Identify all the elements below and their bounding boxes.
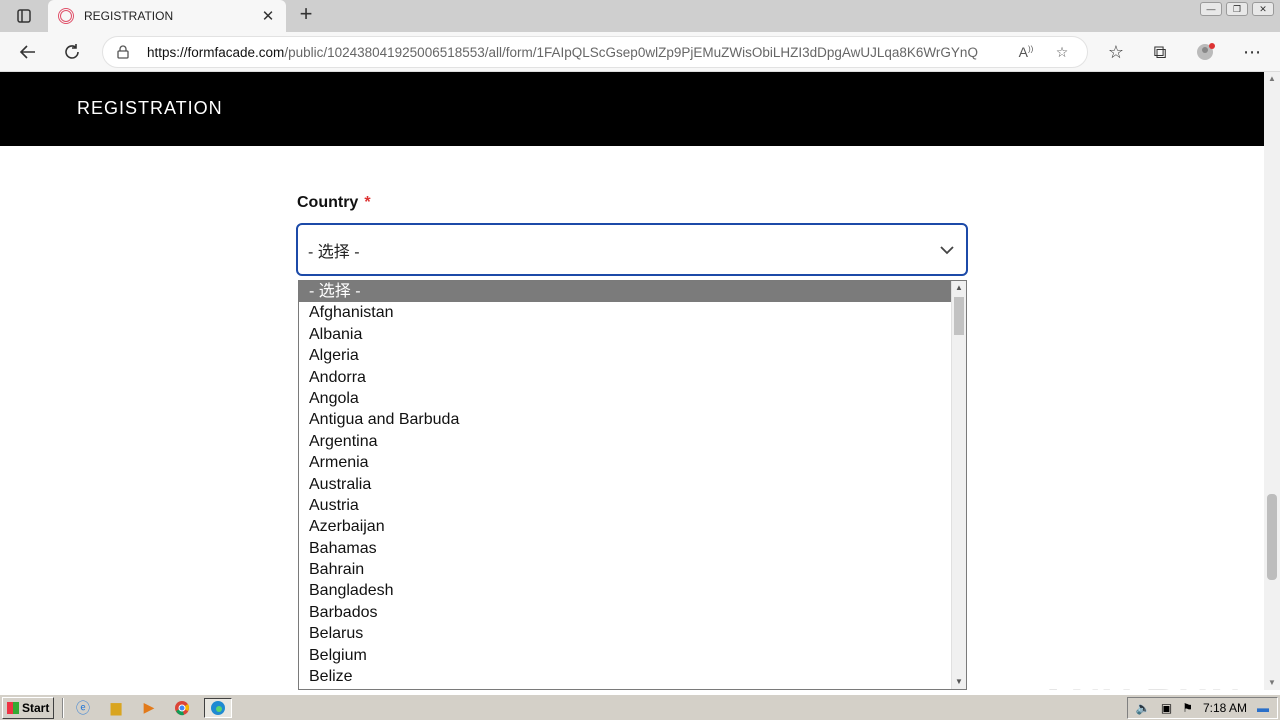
chrome-icon[interactable] [171, 698, 193, 718]
refresh-icon [65, 44, 79, 59]
chevron-down-icon [940, 245, 954, 254]
url-text[interactable]: https://formfacade.com/public/1024380419… [147, 45, 1001, 60]
volume-icon[interactable]: 🔈 [1136, 701, 1151, 715]
country-option[interactable]: - 选择 - [299, 281, 952, 303]
system-tray: 🔈 ▣ ⚑ 7:18 AM ▬ [1126, 697, 1278, 719]
country-option[interactable]: Belgium [299, 645, 952, 666]
country-option[interactable]: Bangladesh [299, 580, 952, 601]
country-option[interactable]: Afghanistan [299, 302, 952, 323]
country-option[interactable]: Antigua and Barbuda [299, 409, 952, 430]
form-title: REGISTRATION [77, 98, 223, 118]
country-select[interactable]: - 选择 - [296, 223, 968, 276]
country-option[interactable]: Andorra [299, 367, 952, 388]
media-player-icon[interactable]: ▶ [138, 698, 160, 718]
country-option[interactable]: Belarus [299, 623, 952, 644]
refresh-button[interactable] [58, 38, 86, 66]
country-option[interactable]: Angola [299, 388, 952, 409]
site-favicon-icon [58, 8, 74, 24]
favorites-button[interactable]: ☆ [1102, 38, 1130, 66]
page-scrollbar[interactable]: ▲ ▼ [1264, 72, 1280, 690]
ie-icon[interactable]: ⓔ [72, 698, 94, 718]
country-option[interactable]: Bahrain [299, 559, 952, 580]
network-icon[interactable]: ▣ [1161, 701, 1172, 715]
page-scroll-up-icon[interactable]: ▲ [1264, 72, 1280, 86]
url-host: https://formfacade.com [147, 44, 285, 60]
settings-menu-button[interactable]: ⋯ [1238, 38, 1266, 66]
favorites-icon: ☆ [1107, 41, 1125, 62]
page-content: REGISTRATION Country * - 选择 - - 选择 - Afgha… [0, 72, 1264, 690]
restore-button[interactable]: ❐ [1226, 2, 1248, 16]
form-header: REGISTRATION [0, 72, 1264, 146]
window-close-button[interactable]: ✕ [1252, 2, 1274, 16]
page-scroll-down-icon[interactable]: ▼ [1264, 676, 1280, 690]
tab-actions-button[interactable] [8, 6, 40, 26]
tab-actions-icon [17, 9, 31, 23]
collections-icon: ⧉ [1153, 41, 1167, 62]
tab-title: REGISTRATION [84, 9, 174, 23]
tab-bar: REGISTRATION ✕ + — ❐ ✕ [0, 0, 1280, 32]
country-option[interactable]: Argentina [299, 431, 952, 452]
windows-taskbar: Start ⓔ ▆ ▶ 🔈 ▣ ⚑ 7:18 AM ▬ [0, 694, 1280, 720]
taskbar-separator [62, 697, 64, 718]
avatar-icon [1197, 43, 1215, 60]
country-options: - 选择 - Afghanistan Albania Algeria Andorra An… [299, 281, 952, 687]
more-icon: ⋯ [1243, 41, 1261, 62]
dropdown-scroll-thumb[interactable] [954, 297, 964, 335]
browser-tab[interactable]: REGISTRATION ✕ [48, 0, 286, 32]
watermark-logo: ANY RUN [1038, 680, 1243, 690]
minimize-button[interactable]: — [1200, 2, 1222, 16]
lock-icon [117, 45, 131, 59]
required-mark: * [364, 194, 371, 211]
show-desktop-icon[interactable]: ▬ [1257, 701, 1269, 715]
add-favorite-icon[interactable]: ☆ [1051, 44, 1073, 61]
country-option[interactable]: Barbados [299, 602, 952, 623]
scroll-down-arrow-icon[interactable]: ▼ [952, 675, 966, 689]
dropdown-scrollbar[interactable]: ▲ ▼ [951, 281, 966, 689]
browser-toolbar: https://formfacade.com/public/1024380419… [0, 32, 1280, 72]
page-scroll-thumb[interactable] [1267, 494, 1277, 580]
scroll-up-arrow-icon[interactable]: ▲ [952, 281, 966, 295]
address-bar[interactable]: https://formfacade.com/public/1024380419… [102, 36, 1088, 68]
country-option[interactable]: Algeria [299, 345, 952, 366]
read-aloud-icon[interactable]: A)) [1015, 44, 1037, 60]
country-option[interactable]: Bahamas [299, 538, 952, 559]
url-path: /public/102438041925006518553/all/form/1… [284, 44, 978, 60]
start-button[interactable]: Start [2, 696, 54, 719]
start-label: Start [22, 700, 50, 715]
tab-close-icon[interactable]: ✕ [260, 7, 276, 25]
new-tab-button[interactable]: + [294, 3, 318, 27]
window-controls: — ❐ ✕ [1200, 2, 1274, 16]
folder-icon[interactable]: ▆ [105, 698, 127, 718]
back-arrow-icon [19, 45, 35, 59]
country-label-text: Country [297, 194, 359, 211]
country-select-value: - 选择 - [308, 243, 360, 261]
country-dropdown-list[interactable]: - 选择 - Afghanistan Albania Algeria Andorra An… [298, 280, 967, 690]
edge-icon[interactable] [204, 697, 232, 718]
profile-button[interactable] [1192, 38, 1220, 66]
country-option[interactable]: Australia [299, 474, 952, 495]
windows-flag-icon [7, 701, 19, 714]
back-button[interactable] [14, 38, 42, 66]
country-option[interactable]: Albania [299, 324, 952, 345]
country-option[interactable]: Armenia [299, 452, 952, 473]
country-option[interactable]: Azerbaijan [299, 516, 952, 537]
country-option[interactable]: Belize [299, 666, 952, 687]
country-option[interactable]: Austria [299, 495, 952, 516]
clock[interactable]: 7:18 AM [1203, 701, 1247, 715]
collections-button[interactable]: ⧉ [1146, 38, 1174, 66]
action-center-flag-icon[interactable]: ⚑ [1182, 701, 1193, 715]
country-label: Country * [297, 194, 371, 212]
